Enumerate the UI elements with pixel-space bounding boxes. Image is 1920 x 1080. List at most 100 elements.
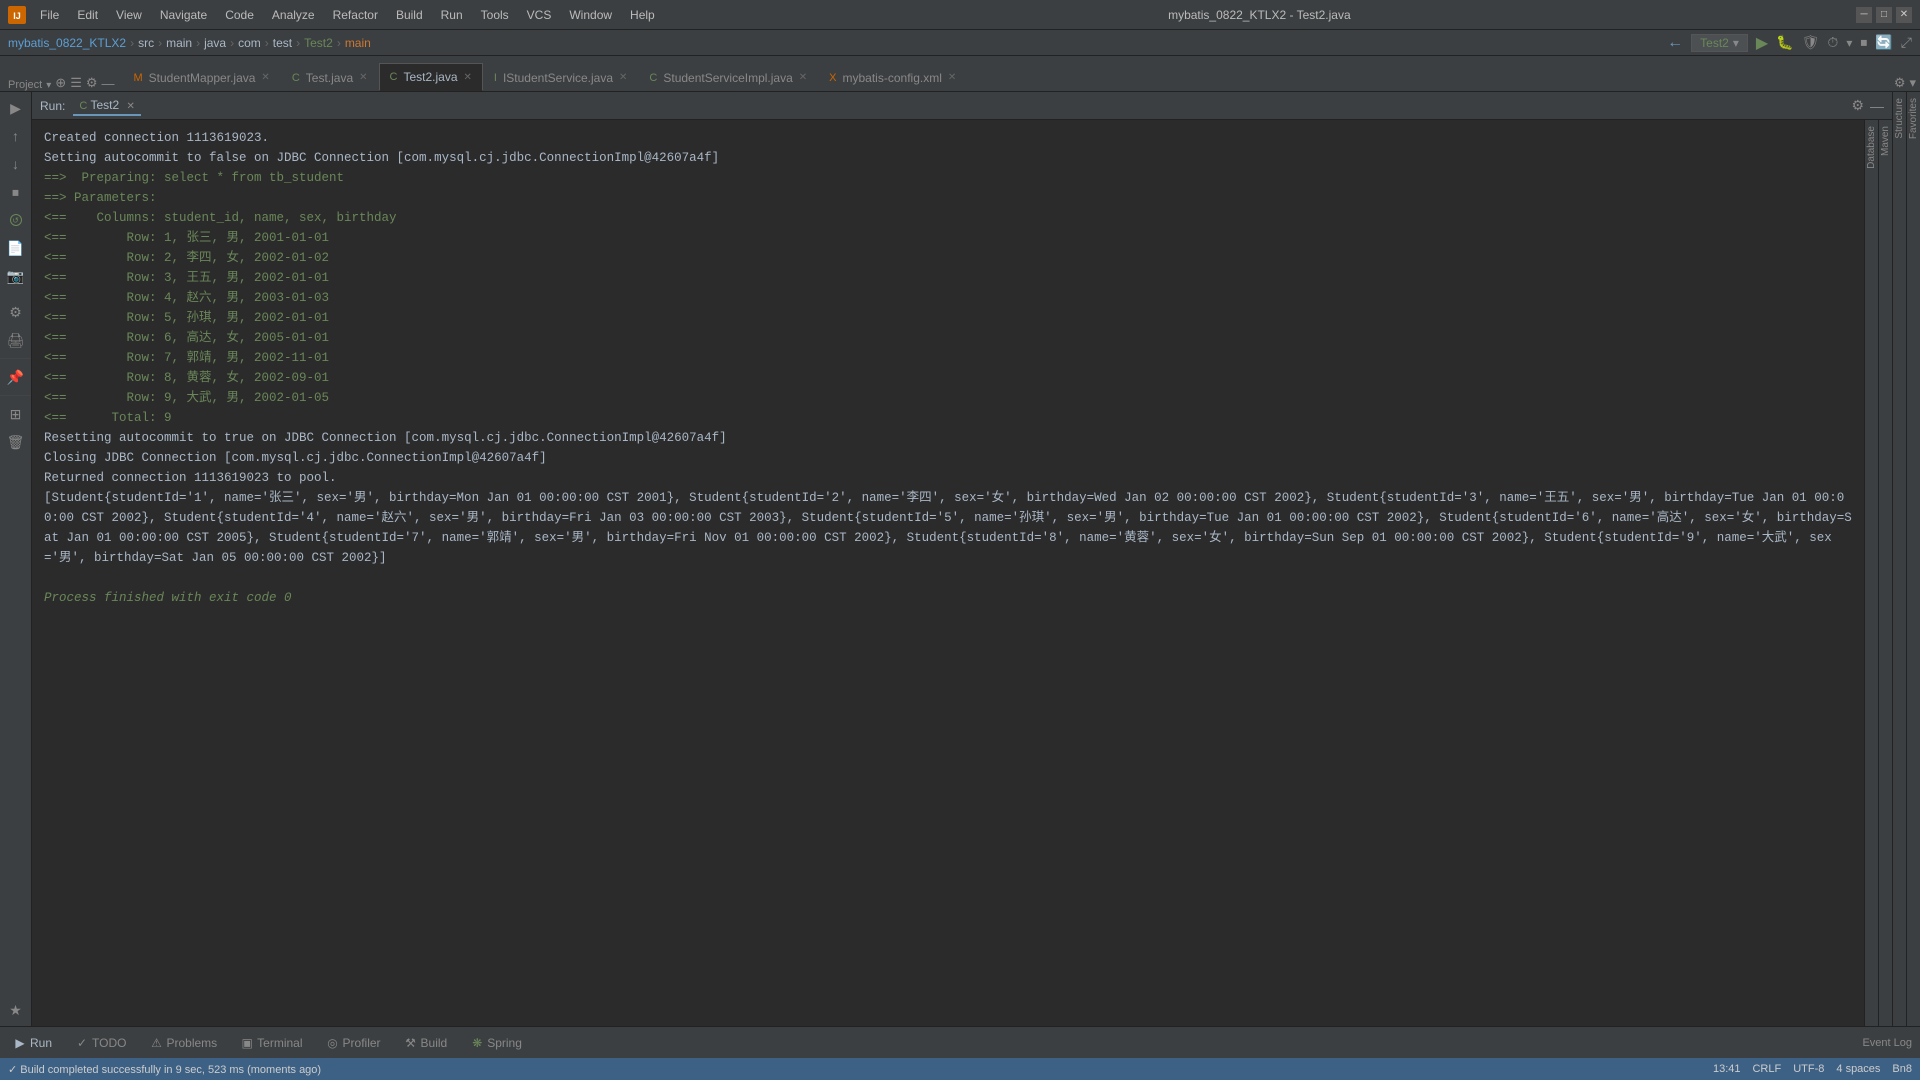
tab-istudentservice-close[interactable]: ✕ [619, 72, 627, 83]
sidebar-icon-scroll[interactable]: 📄 [4, 236, 28, 260]
menu-vcs[interactable]: VCS [519, 6, 560, 24]
tab-istudentservice[interactable]: I IStudentService.java ✕ [483, 63, 639, 91]
sidebar-icon-up[interactable]: ↑ [4, 124, 28, 148]
sidebar-icon-stop[interactable]: ⏹ [4, 180, 28, 204]
sidebar-icon-print[interactable]: 🖨 [4, 328, 28, 352]
maximize-button[interactable]: □ [1876, 7, 1892, 23]
coverage-button[interactable]: 🛡 [1802, 34, 1820, 51]
menu-code[interactable]: Code [217, 6, 262, 24]
update-button[interactable]: 🔄 [1875, 34, 1892, 51]
minimize-button[interactable]: ─ [1856, 7, 1872, 23]
run-tab-close[interactable]: ✕ [126, 101, 134, 112]
tab-icon-3[interactable]: ⚙ [86, 75, 98, 91]
breadcrumb-item-project[interactable]: mybatis_0822_KTLX2 [8, 36, 126, 50]
tab-mybatisconfig[interactable]: X mybatis-config.xml ✕ [818, 63, 967, 91]
sidebar-icon-bookmark[interactable]: ★ [4, 998, 28, 1022]
breadcrumb-item-mainmethod[interactable]: main [345, 36, 371, 50]
tab-settings-icon[interactable]: ⚙ [1894, 75, 1906, 91]
menu-tools[interactable]: Tools [473, 6, 517, 24]
event-log-link[interactable]: Event Log [1862, 1037, 1912, 1049]
menu-window[interactable]: Window [561, 6, 620, 24]
tab-studentmapper[interactable]: M StudentMapper.java ✕ [123, 63, 281, 91]
menu-navigate[interactable]: Navigate [152, 6, 215, 24]
bottom-tab-todo[interactable]: ✓ TODO [70, 1034, 132, 1052]
sidebar-icon-down[interactable]: ↓ [4, 152, 28, 176]
tab-recent-files-icon[interactable]: ▾ [1909, 75, 1916, 91]
bottom-tab-build[interactable]: ⚒ Build [399, 1034, 454, 1052]
run-header-controls: ⚙ — [1851, 97, 1884, 114]
bottom-tab-terminal[interactable]: ▣ Terminal [235, 1034, 308, 1052]
tab-studentserviceimpl[interactable]: C StudentServiceImpl.java ✕ [638, 63, 818, 91]
bottom-tab-terminal-label: Terminal [257, 1036, 302, 1050]
status-branch[interactable]: Bn8 [1892, 1063, 1912, 1075]
sidebar-icon-grid[interactable]: ⊞ [4, 402, 28, 426]
breadcrumb-item-src[interactable]: src [138, 36, 154, 50]
stop-button[interactable]: ⏹ [1860, 34, 1867, 51]
database-label[interactable]: Database [1865, 120, 1878, 175]
menu-view[interactable]: View [108, 6, 150, 24]
tab-studentmapper-label: StudentMapper.java [149, 71, 256, 85]
tab-test-close[interactable]: ✕ [359, 72, 367, 83]
menu-file[interactable]: File [32, 6, 67, 24]
more-run-options[interactable]: ▾ [1846, 36, 1852, 50]
tab-test2-close[interactable]: ✕ [464, 72, 472, 83]
structure-label[interactable]: Structure [1893, 92, 1906, 145]
menu-build[interactable]: Build [388, 6, 431, 24]
menu-analyze[interactable]: Analyze [264, 6, 323, 24]
run-tab-test2[interactable]: C Test2 ✕ [73, 96, 141, 116]
bottom-tab-problems[interactable]: ⚠ Problems [144, 1034, 223, 1052]
tab-studentmapper-close[interactable]: ✕ [261, 72, 269, 83]
tab-test2[interactable]: C Test2.java ✕ [379, 63, 483, 91]
navigate-back-icon[interactable]: ← [1667, 34, 1683, 52]
breadcrumb-item-test2[interactable]: Test2 [304, 36, 333, 50]
run-close-icon[interactable]: — [1870, 98, 1884, 114]
right-vertical-bar: Database [1864, 120, 1878, 1026]
tab-icon-1[interactable]: ⊕ [55, 75, 66, 91]
bottom-tab-run[interactable]: ▶ Run [8, 1034, 58, 1052]
tab-mybatisconfig-icon: X [829, 72, 836, 84]
bottom-tab-profiler[interactable]: ◎ Profiler [321, 1034, 387, 1052]
run-button[interactable]: ▶ [1756, 33, 1768, 53]
sidebar-icon-pin[interactable]: 📌 [4, 365, 28, 389]
status-encoding[interactable]: UTF-8 [1793, 1063, 1824, 1075]
tab-test[interactable]: C Test.java ✕ [281, 63, 379, 91]
status-line-ending[interactable]: CRLF [1752, 1063, 1781, 1075]
breadcrumb-item-java[interactable]: java [204, 36, 226, 50]
menu-help[interactable]: Help [622, 6, 663, 24]
tab-mybatisconfig-close[interactable]: ✕ [948, 72, 956, 83]
breadcrumb-toolbar: ← Test2 ▾ ▶ 🐛 🛡 ⏱ ▾ ⏹ 🔄 ⤢ [1667, 33, 1912, 53]
tab-istudentservice-icon: I [494, 72, 497, 84]
run-settings-icon[interactable]: ⚙ [1851, 97, 1864, 114]
sidebar-icon-camera[interactable]: 📷 [4, 264, 28, 288]
run-config-button[interactable]: Test2 ▾ [1691, 34, 1748, 52]
console-line: ==> Parameters: [44, 188, 1852, 208]
run-config-chevron: ▾ [1733, 36, 1739, 50]
status-indent[interactable]: 4 spaces [1836, 1063, 1880, 1075]
profile-button[interactable]: ⏱ [1827, 34, 1838, 51]
sidebar-icon-1[interactable]: ▶ [4, 96, 28, 120]
close-button[interactable]: ✕ [1896, 7, 1912, 23]
sidebar-icon-trash[interactable]: 🗑 [4, 430, 28, 454]
sidebar-icon-settings[interactable]: ⚙ [4, 300, 28, 324]
tab-right-controls: ⚙ ▾ [1894, 75, 1916, 91]
breadcrumb-item-main[interactable]: main [166, 36, 192, 50]
menu-run[interactable]: Run [433, 6, 471, 24]
maven-vertical-bar: Maven [1878, 120, 1892, 1026]
run-tab-label: Test2 [90, 98, 119, 112]
tab-icon-4[interactable]: — [102, 76, 115, 91]
breadcrumb-item-com[interactable]: com [238, 36, 261, 50]
project-panel-toggle[interactable]: Project ▾ [4, 79, 51, 91]
expand-button[interactable]: ⤢ [1901, 34, 1912, 51]
favorites-label[interactable]: Favorites [1907, 92, 1920, 145]
tab-icon-2[interactable]: ☰ [70, 75, 82, 91]
maven-label[interactable]: Maven [1879, 120, 1892, 162]
bottom-tab-spring[interactable]: ❋ Spring [465, 1034, 528, 1052]
sidebar-icon-rerun[interactable]: ↺ [4, 208, 28, 232]
menu-edit[interactable]: Edit [69, 6, 106, 24]
debug-button[interactable]: 🐛 [1776, 34, 1793, 51]
favorites-bar: Favorites [1906, 92, 1920, 1026]
tab-studentserviceimpl-close[interactable]: ✕ [799, 72, 807, 83]
run-icon: ▶ [14, 1037, 26, 1049]
breadcrumb-item-test[interactable]: test [273, 36, 292, 50]
menu-refactor[interactable]: Refactor [325, 6, 386, 24]
